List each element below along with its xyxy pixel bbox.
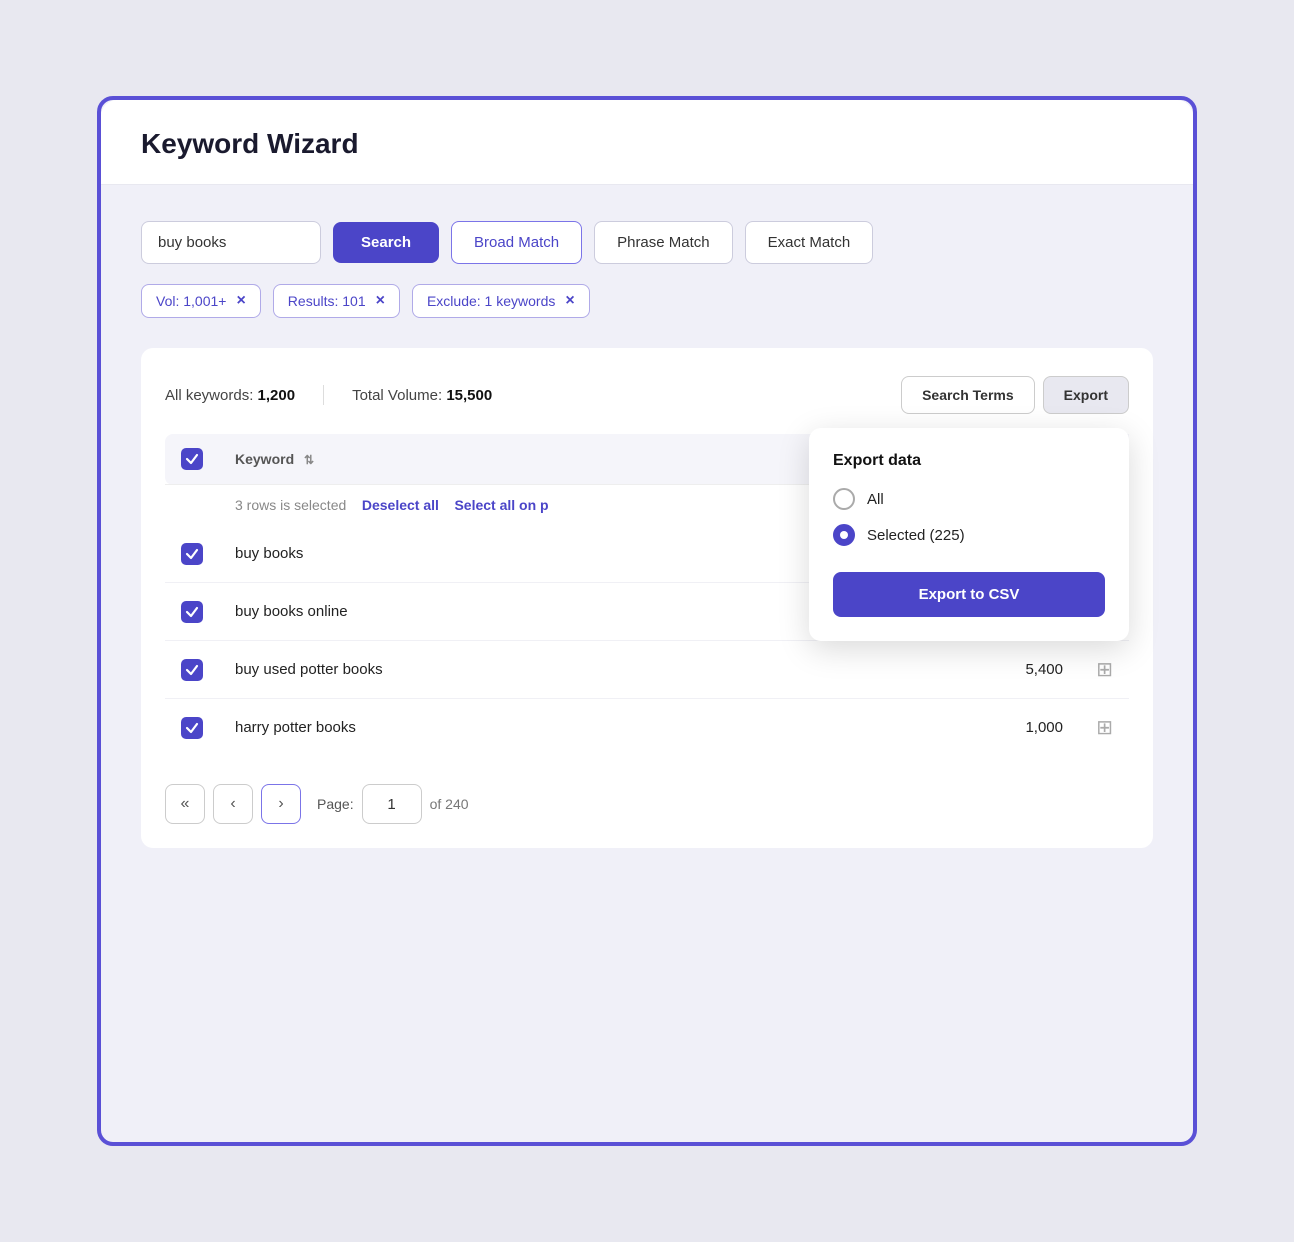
exclude-filter-remove[interactable]: × xyxy=(565,293,574,309)
export-csv-button[interactable]: Export to CSV xyxy=(833,572,1105,617)
row-checkbox-cell xyxy=(165,525,219,583)
results-filter-remove[interactable]: × xyxy=(376,293,385,309)
select-all-checkbox[interactable] xyxy=(181,448,203,470)
export-option-all[interactable]: All xyxy=(833,488,1105,510)
first-page-button[interactable]: « xyxy=(165,784,205,824)
next-page-button[interactable]: › xyxy=(261,784,301,824)
exact-match-button[interactable]: Exact Match xyxy=(745,221,874,264)
export-option-all-label: All xyxy=(867,491,884,508)
export-dropdown: Export data All Selected (225) Export to… xyxy=(809,428,1129,641)
table-card: All keywords: 1,200 Total Volume: 15,500… xyxy=(141,348,1153,848)
vol-filter-label: Vol: 1,001+ xyxy=(156,293,226,309)
vol-filter-chip: Vol: 1,001+ × xyxy=(141,284,261,318)
filter-row: Vol: 1,001+ × Results: 101 × Exclude: 1 … xyxy=(141,284,1153,318)
results-filter-label: Results: 101 xyxy=(288,293,366,309)
deselect-all-link[interactable]: Deselect all xyxy=(362,497,439,513)
row-checkbox-cell xyxy=(165,641,219,699)
keyword-cell-1: buy books xyxy=(219,525,839,583)
volume-cell-4: 1,000 xyxy=(839,699,1079,757)
export-option-selected[interactable]: Selected (225) xyxy=(833,524,1105,546)
main-content: Search Broad Match Phrase Match Exact Ma… xyxy=(101,185,1193,884)
search-terms-button[interactable]: Search Terms xyxy=(901,376,1035,414)
stat-divider xyxy=(323,385,324,405)
exclude-filter-chip: Exclude: 1 keywords × xyxy=(412,284,590,318)
vol-filter-remove[interactable]: × xyxy=(236,293,245,309)
export-radio-all[interactable] xyxy=(833,488,855,510)
search-button[interactable]: Search xyxy=(333,222,439,263)
all-keywords-label: All keywords: xyxy=(165,387,253,404)
keyword-cell-2: buy books online xyxy=(219,583,839,641)
table-header-row: All keywords: 1,200 Total Volume: 15,500… xyxy=(165,376,1129,414)
keyword-col-header: Keyword ⇅ xyxy=(219,434,839,485)
results-filter-chip: Results: 101 × xyxy=(273,284,400,318)
keyword-cell-3: buy used potter books xyxy=(219,641,839,699)
prev-page-button[interactable]: ‹ xyxy=(213,784,253,824)
checkbox-header xyxy=(165,434,219,485)
row-checkbox-cell xyxy=(165,583,219,641)
export-option-selected-label: Selected (225) xyxy=(867,527,965,544)
phrase-match-button[interactable]: Phrase Match xyxy=(594,221,733,264)
app-container: Keyword Wizard Search Broad Match Phrase… xyxy=(97,96,1197,1146)
export-button[interactable]: Export xyxy=(1043,376,1129,414)
row-icon-cell-3: ⊞ xyxy=(1079,641,1129,699)
page-of-label: of 240 xyxy=(430,796,469,812)
export-dropdown-title: Export data xyxy=(833,452,1105,470)
row-checkbox-4[interactable] xyxy=(181,717,203,739)
row-checkbox-2[interactable] xyxy=(181,601,203,623)
sort-icon[interactable]: ⇅ xyxy=(304,453,314,467)
page-title: Keyword Wizard xyxy=(141,128,1153,160)
row-checkbox-3[interactable] xyxy=(181,659,203,681)
search-input[interactable] xyxy=(141,221,321,264)
total-volume-stat: Total Volume: 15,500 xyxy=(352,387,492,404)
row-checkbox-cell xyxy=(165,699,219,757)
all-keywords-value: 1,200 xyxy=(258,387,296,404)
volume-cell-3: 5,400 xyxy=(839,641,1079,699)
selection-count: 3 rows is selected xyxy=(235,497,346,513)
export-radio-selected[interactable] xyxy=(833,524,855,546)
row-checkbox-1[interactable] xyxy=(181,543,203,565)
table-row: buy used potter books 5,400 ⊞ xyxy=(165,641,1129,699)
broad-match-button[interactable]: Broad Match xyxy=(451,221,582,264)
pagination-row: « ‹ › Page: of 240 xyxy=(165,784,1129,824)
exclude-filter-label: Exclude: 1 keywords xyxy=(427,293,555,309)
table-row: harry potter books 1,000 ⊞ xyxy=(165,699,1129,757)
page-input[interactable] xyxy=(362,784,422,824)
total-volume-label: Total Volume: xyxy=(352,387,442,404)
table-actions: Search Terms Export Export data All Sele… xyxy=(901,376,1129,414)
select-all-on-link[interactable]: Select all on p xyxy=(454,497,548,513)
search-row: Search Broad Match Phrase Match Exact Ma… xyxy=(141,221,1153,264)
page-label: Page: xyxy=(317,796,354,812)
keyword-col-label: Keyword xyxy=(235,451,294,467)
total-volume-value: 15,500 xyxy=(446,387,492,404)
keyword-cell-4: harry potter books xyxy=(219,699,839,757)
row-icon-cell-4: ⊞ xyxy=(1079,699,1129,757)
table-icon-3[interactable]: ⊞ xyxy=(1096,659,1113,681)
table-icon-4[interactable]: ⊞ xyxy=(1096,717,1113,739)
all-keywords-stat: All keywords: 1,200 xyxy=(165,387,295,404)
header: Keyword Wizard xyxy=(101,100,1193,185)
stats-section: All keywords: 1,200 Total Volume: 15,500 xyxy=(165,385,901,405)
